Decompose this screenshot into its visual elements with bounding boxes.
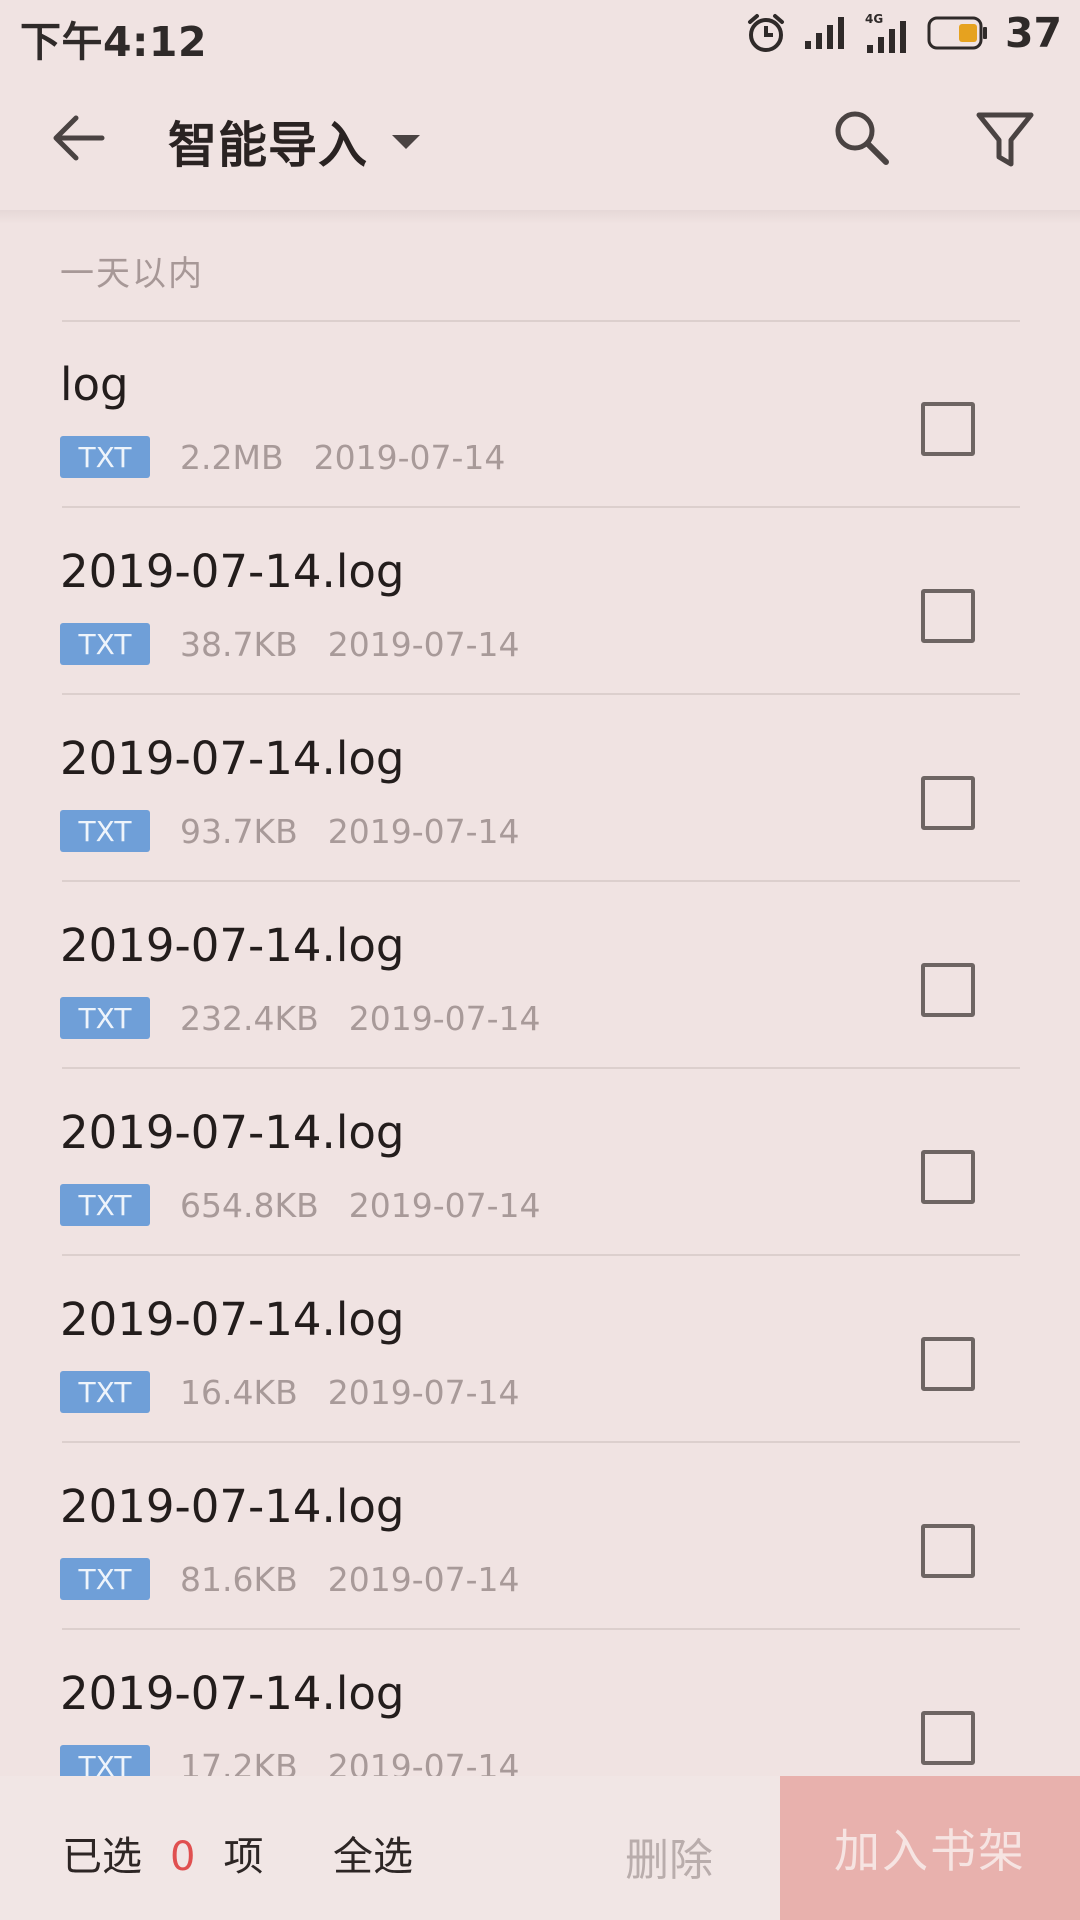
select-all-button[interactable]: 全选 bbox=[333, 1824, 413, 1882]
file-meta: TXT 2.2MB 2019-07-14 bbox=[60, 436, 505, 478]
file-size: 654.8KB bbox=[180, 1185, 319, 1225]
divider bbox=[62, 506, 1020, 508]
file-name: 2019-07-14.log bbox=[60, 1667, 405, 1720]
selected-prefix: 已选 bbox=[62, 1834, 142, 1880]
file-meta: TXT 38.7KB 2019-07-14 bbox=[60, 623, 520, 665]
list-item[interactable]: 2019-07-14.log TXT 232.4KB 2019-07-14 bbox=[0, 897, 1080, 1083]
select-checkbox[interactable] bbox=[921, 402, 975, 456]
list-item[interactable]: 2019-07-14.log TXT 16.4KB 2019-07-14 bbox=[0, 1271, 1080, 1457]
file-size: 16.4KB bbox=[180, 1372, 298, 1412]
divider bbox=[62, 1067, 1020, 1069]
list-item[interactable]: 2019-07-14.log TXT 38.7KB 2019-07-14 bbox=[0, 523, 1080, 709]
file-meta: TXT 81.6KB 2019-07-14 bbox=[60, 1558, 520, 1600]
divider bbox=[62, 693, 1020, 695]
file-type-badge: TXT bbox=[60, 436, 150, 478]
back-button[interactable] bbox=[50, 110, 120, 166]
toolbar-shadow bbox=[0, 210, 1080, 224]
select-checkbox[interactable] bbox=[921, 1150, 975, 1204]
add-to-shelf-button[interactable]: 加入书架 bbox=[780, 1776, 1080, 1920]
file-date: 2019-07-14 bbox=[348, 1185, 541, 1225]
file-name: 2019-07-14.log bbox=[60, 1106, 405, 1159]
battery-percent: 37 bbox=[1004, 9, 1062, 57]
file-meta: TXT 16.4KB 2019-07-14 bbox=[60, 1371, 520, 1413]
file-name: 2019-07-14.log bbox=[60, 732, 405, 785]
file-meta: TXT 232.4KB 2019-07-14 bbox=[60, 997, 541, 1039]
status-indicators: 4G 37 bbox=[745, 9, 1062, 57]
divider bbox=[62, 1254, 1020, 1256]
divider bbox=[62, 1628, 1020, 1630]
title-dropdown[interactable]: 智能导入 bbox=[168, 106, 422, 177]
list-item[interactable]: 2019-07-14.log TXT 654.8KB 2019-07-14 bbox=[0, 1084, 1080, 1270]
file-name: log bbox=[60, 358, 129, 411]
page-title: 智能导入 bbox=[168, 117, 369, 174]
selection-summary: 已选 0 项 bbox=[62, 1824, 263, 1882]
select-checkbox[interactable] bbox=[921, 963, 975, 1017]
divider bbox=[62, 880, 1020, 882]
file-date: 2019-07-14 bbox=[313, 437, 506, 477]
file-type-badge: TXT bbox=[60, 1371, 150, 1413]
signal-icon bbox=[803, 15, 847, 51]
status-bar: 下午4:12 4G 37 bbox=[0, 0, 1080, 66]
battery-icon bbox=[927, 16, 989, 50]
list-item[interactable]: 2019-07-14.log TXT 93.7KB 2019-07-14 bbox=[0, 710, 1080, 896]
select-checkbox[interactable] bbox=[921, 589, 975, 643]
toolbar: 智能导入 bbox=[0, 66, 1080, 216]
network-type-label: 4G bbox=[865, 12, 883, 26]
section-header: 一天以内 bbox=[60, 254, 204, 294]
4g-signal-icon: 4G bbox=[863, 11, 911, 55]
file-type-badge: TXT bbox=[60, 623, 150, 665]
file-date: 2019-07-14 bbox=[327, 811, 520, 851]
search-icon bbox=[830, 106, 900, 168]
file-name: 2019-07-14.log bbox=[60, 1293, 405, 1346]
file-date: 2019-07-14 bbox=[348, 998, 541, 1038]
delete-button[interactable]: 删除 bbox=[625, 1824, 713, 1888]
file-type-badge: TXT bbox=[60, 810, 150, 852]
file-type-badge: TXT bbox=[60, 1184, 150, 1226]
file-size: 232.4KB bbox=[180, 998, 319, 1038]
filter-button[interactable] bbox=[975, 110, 1041, 172]
alarm-clock-icon bbox=[745, 12, 787, 54]
file-date: 2019-07-14 bbox=[327, 1559, 520, 1599]
back-arrow-icon bbox=[50, 110, 120, 166]
divider bbox=[62, 320, 1020, 322]
file-meta: TXT 93.7KB 2019-07-14 bbox=[60, 810, 520, 852]
dropdown-caret-icon bbox=[390, 133, 422, 151]
file-size: 38.7KB bbox=[180, 624, 298, 664]
bottom-action-bar: 已选 0 项 全选 删除 加入书架 bbox=[0, 1776, 1080, 1920]
list-item[interactable]: 2019-07-14.log TXT 81.6KB 2019-07-14 bbox=[0, 1458, 1080, 1644]
file-size: 93.7KB bbox=[180, 811, 298, 851]
file-name: 2019-07-14.log bbox=[60, 1480, 405, 1533]
select-checkbox[interactable] bbox=[921, 1711, 975, 1765]
selected-suffix: 项 bbox=[223, 1834, 264, 1880]
status-time: 下午4:12 bbox=[20, 18, 207, 66]
file-date: 2019-07-14 bbox=[327, 1372, 520, 1412]
select-checkbox[interactable] bbox=[921, 776, 975, 830]
file-size: 81.6KB bbox=[180, 1559, 298, 1599]
search-button[interactable] bbox=[830, 106, 900, 176]
filter-icon bbox=[975, 110, 1041, 170]
list-item[interactable]: log TXT 2.2MB 2019-07-14 bbox=[0, 336, 1080, 522]
selected-count: 0 bbox=[170, 1834, 196, 1880]
select-checkbox[interactable] bbox=[921, 1337, 975, 1391]
file-type-badge: TXT bbox=[60, 1558, 150, 1600]
file-meta: TXT 654.8KB 2019-07-14 bbox=[60, 1184, 541, 1226]
select-checkbox[interactable] bbox=[921, 1524, 975, 1578]
file-name: 2019-07-14.log bbox=[60, 545, 405, 598]
file-name: 2019-07-14.log bbox=[60, 919, 405, 972]
file-size: 2.2MB bbox=[180, 437, 284, 477]
file-date: 2019-07-14 bbox=[327, 624, 520, 664]
file-type-badge: TXT bbox=[60, 997, 150, 1039]
divider bbox=[62, 1441, 1020, 1443]
